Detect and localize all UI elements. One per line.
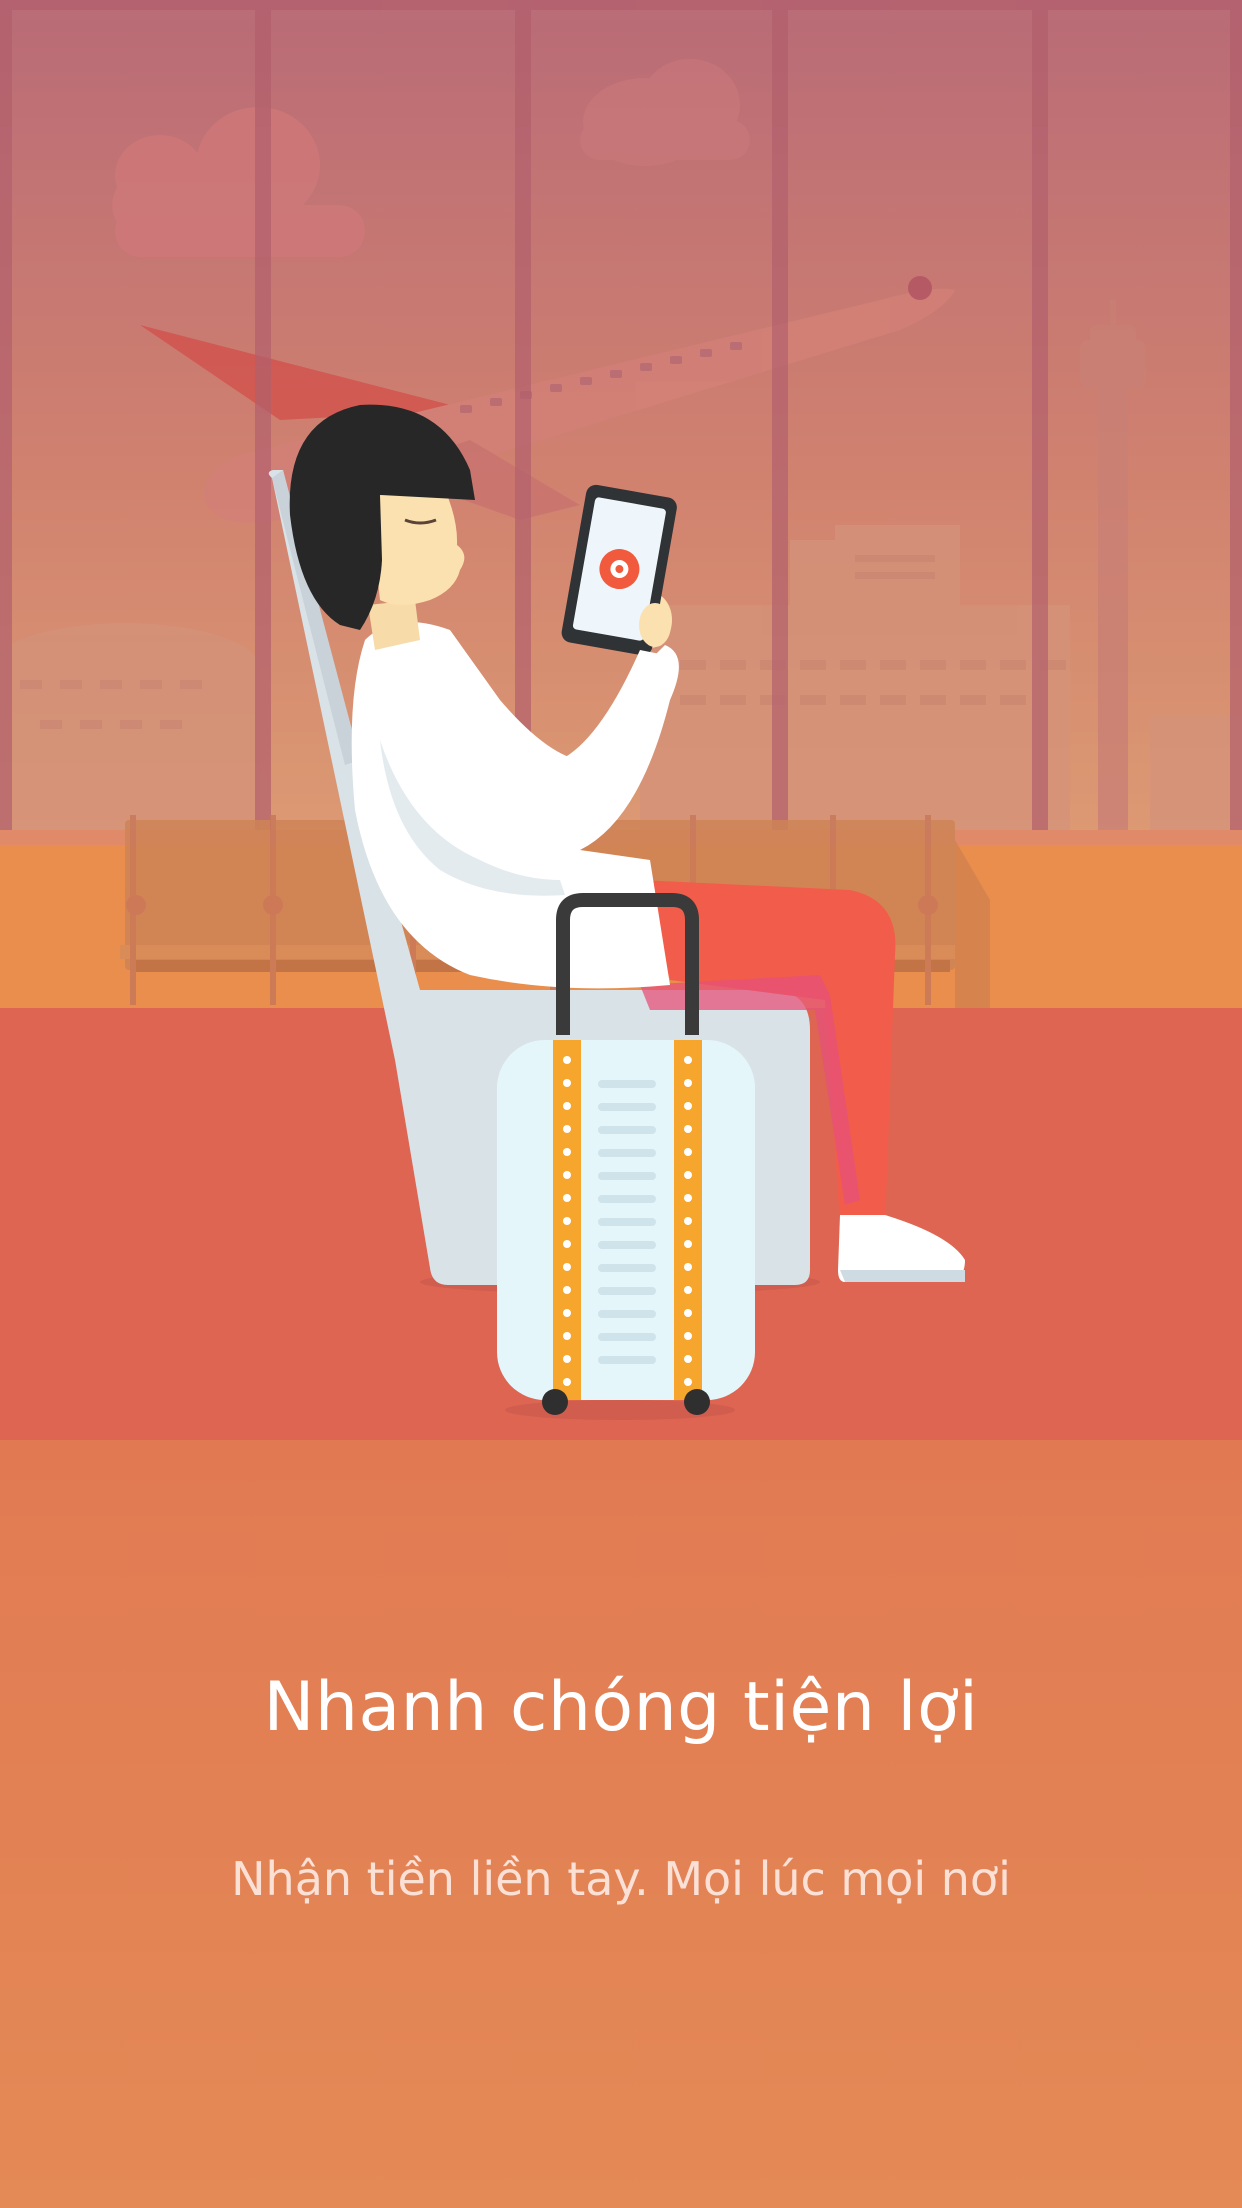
onboarding-title: Nhanh chóng tiện lợi bbox=[263, 1668, 979, 1747]
onboarding-subtitle: Nhận tiền liền tay. Mọi lúc mọi nơi bbox=[231, 1852, 1011, 1906]
onboarding-screen: Nhanh chóng tiện lợi Nhận tiền liền tay.… bbox=[0, 0, 1242, 2208]
airport-lounge-illustration bbox=[0, 0, 1242, 1440]
